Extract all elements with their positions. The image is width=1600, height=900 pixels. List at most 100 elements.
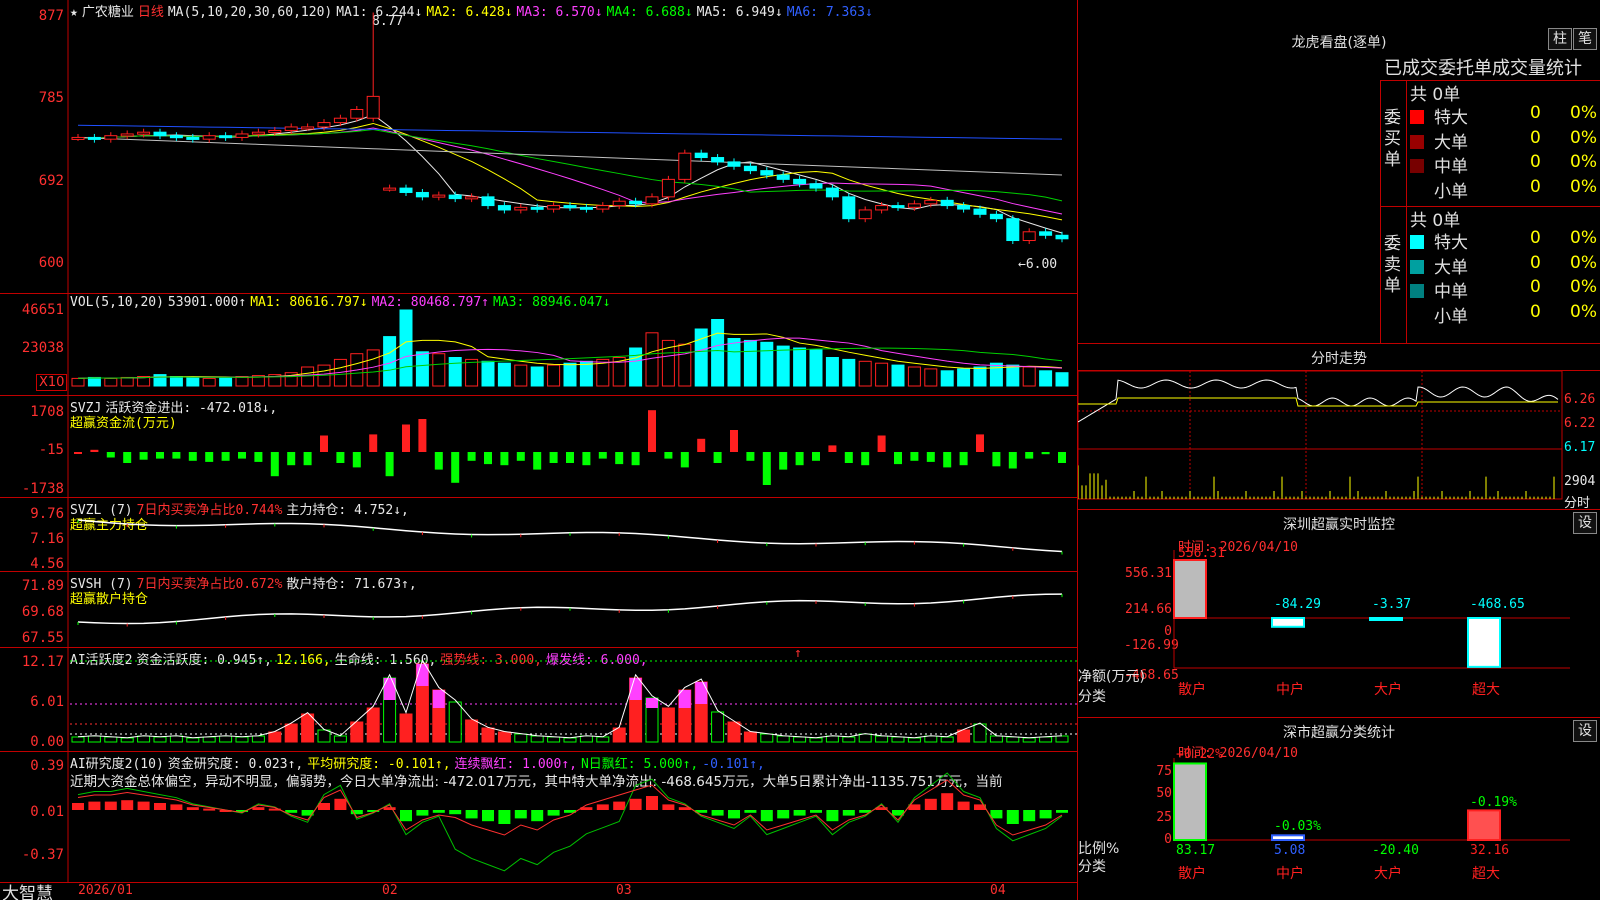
buy-row: 大单 0 0% [1410, 128, 1600, 153]
svsh-chart[interactable] [0, 572, 1077, 648]
svzj-chart[interactable] [0, 396, 1077, 498]
flow-bar [74, 452, 82, 454]
buy-percent: 0% [1570, 152, 1597, 172]
volume-bar [432, 353, 446, 387]
activity-bar [235, 736, 249, 743]
activity-bar [448, 701, 462, 743]
x-tick-mar: 03 [616, 883, 632, 898]
volume-bar [825, 357, 839, 387]
brand-logo[interactable]: 大智慧 [2, 879, 53, 900]
flow-bar [238, 452, 246, 459]
sz-monitor-panel: 深圳超赢实时监控 设 时间: 2026/04/10 556.31 214.66 … [1078, 510, 1600, 718]
ai-activity-chart[interactable] [0, 648, 1077, 752]
research-bar [810, 810, 822, 813]
scl-chart[interactable]: 83.17 散户 5.08 中户 -20.40 大户 32.16 超大 +0.22% -0.03%… [1078, 718, 1600, 900]
candle-body [891, 205, 905, 209]
volume-bar [465, 358, 479, 387]
research-bar [957, 801, 970, 810]
volume-panel[interactable]: 46651 23038 X10 VOL(5,10,20) 53901.000↑ MA… [0, 294, 1077, 396]
activity-bar [186, 737, 200, 743]
candle-body [333, 117, 347, 124]
buy-label: 大单 [1434, 132, 1468, 153]
candle-body [1022, 231, 1036, 242]
flow-bar [139, 452, 148, 460]
volume-bar [202, 377, 216, 387]
tick-mode-button[interactable]: 笔 [1573, 28, 1597, 50]
ai-activity-panel[interactable]: 12.17 6.01 0.00 AI活跃度2 资金活跃度: 0.945↑, 12.1… [0, 646, 1077, 752]
candle-body [727, 161, 741, 167]
flow-bar [303, 452, 312, 466]
activity-bar [809, 737, 823, 743]
flow-bar [680, 452, 689, 468]
burst-bar [432, 690, 445, 708]
flow-bar [959, 452, 968, 466]
candle-body [563, 205, 577, 209]
lhb-col-line [1406, 80, 1407, 344]
research-bar [334, 798, 347, 810]
scl-bar [1467, 809, 1501, 842]
flow-bar [976, 434, 984, 452]
research-bar [711, 810, 724, 816]
research-bar [924, 798, 937, 810]
research-bar [498, 810, 511, 824]
activity-line [77, 658, 1063, 739]
scl-top-0: +0.22% [1176, 747, 1223, 762]
sell-count: 0 [1530, 252, 1541, 273]
candle-body [366, 95, 380, 119]
candle-body [645, 196, 659, 205]
szm-bar-label: -84.29 [1274, 597, 1321, 612]
flow-bar [254, 452, 263, 462]
svzl-panel[interactable]: 9.76 7.16 4.56 SVZL (7) 7日内买卖净占比0.744% 主力持… [0, 498, 1077, 572]
activity-bar [317, 729, 331, 743]
research-bar [596, 804, 609, 810]
svzj-panel[interactable]: 1708 -15 -1738 SVZJ 活跃资金进出: -472.018↓, 超赢… [0, 396, 1077, 498]
sell-row: 特大 0 0% [1410, 228, 1600, 253]
volume-bar [547, 364, 561, 387]
activity-bar [153, 736, 167, 743]
research-bar [72, 803, 84, 810]
szm-cat-label: 超大 [1472, 682, 1500, 698]
flow-bar [992, 452, 1001, 467]
scl-cat-label: 中户 [1276, 865, 1304, 882]
x-axis: 大智慧 2026/01 02 03 04 [0, 882, 1077, 900]
svsh-panel[interactable]: 71.89 69.68 67.55 SVSH (7) 7日内买卖净占比0.672%… [0, 572, 1077, 648]
flow-bar [762, 452, 771, 485]
flow-bar [648, 410, 656, 452]
svzl-chart[interactable] [0, 498, 1077, 572]
research-bar [646, 796, 658, 810]
bar-mode-button[interactable]: 柱 [1548, 28, 1572, 50]
activity-bar [530, 735, 544, 743]
buy-row: 特大 0 0% [1410, 103, 1600, 128]
x-tick-jan: 2026/01 [78, 883, 133, 898]
burst-bar [695, 682, 708, 704]
flow-bar [1058, 452, 1066, 463]
volume-bar [940, 370, 954, 387]
volume-bar [235, 376, 249, 387]
candle-body [825, 187, 839, 198]
volume-bar [514, 364, 528, 387]
szm-chart[interactable]: 556.31 散户 -84.29 中户 -3.37 大户 -468.65 超大 [1078, 510, 1600, 718]
flow-bar [779, 452, 788, 470]
ai-research-chart[interactable] [0, 752, 1077, 882]
candle-body [743, 165, 757, 172]
activity-bar [202, 736, 216, 743]
candle-body [497, 205, 511, 211]
intraday-panel[interactable]: 分时走势 6.26 6.22 6.17 2904 分时 [1078, 344, 1600, 511]
candle-body [760, 170, 774, 176]
scl-bar [1173, 762, 1207, 842]
intraday-chart[interactable] [1078, 344, 1600, 510]
flow-bar [90, 449, 99, 452]
volume-bar [186, 376, 200, 387]
flow-bar [484, 452, 492, 465]
volume-chart[interactable] [0, 294, 1077, 396]
volume-bar [924, 368, 938, 387]
buy-count: 0 [1530, 152, 1541, 172]
candle-body [1039, 231, 1053, 236]
main-kline-panel[interactable]: 877 785 692 600 ★ 广农糖业 日线 MA(5,10,20,30,60,… [0, 0, 1077, 294]
ai-research-panel[interactable]: 0.39 0.01 -0.37 AI研究度2(10) 资金研究度: 0.023↑,… [0, 752, 1077, 882]
kline-chart[interactable] [0, 0, 1077, 294]
candle-body [399, 187, 413, 193]
flow-bar [631, 452, 640, 466]
candle-body [202, 135, 216, 140]
research-bar [170, 804, 183, 810]
